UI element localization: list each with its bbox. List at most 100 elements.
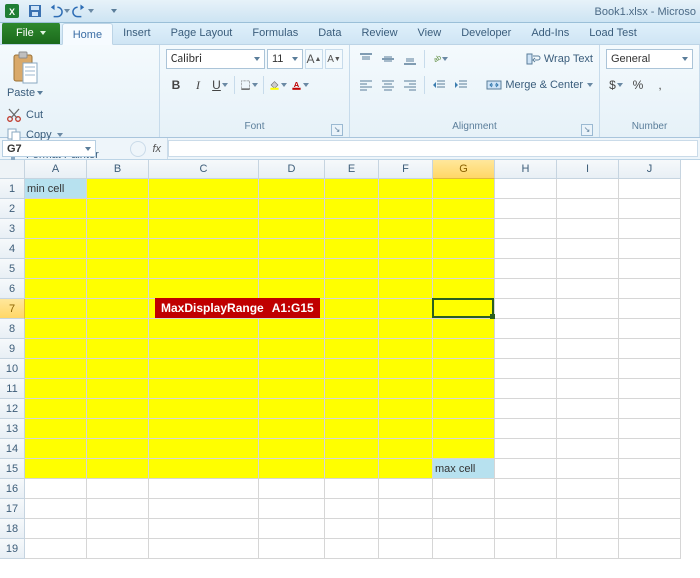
cell[interactable] [557, 179, 619, 199]
cell[interactable] [557, 359, 619, 379]
qat-customize-button[interactable] [102, 1, 124, 21]
tab-formulas[interactable]: Formulas [242, 22, 308, 44]
cell[interactable] [325, 259, 379, 279]
cell[interactable] [25, 539, 87, 559]
cell[interactable] [433, 359, 495, 379]
cell[interactable] [87, 359, 149, 379]
cell[interactable] [87, 379, 149, 399]
cell[interactable] [495, 479, 557, 499]
valign-top-button[interactable] [356, 49, 376, 69]
cell[interactable] [87, 179, 149, 199]
cell[interactable] [149, 459, 259, 479]
font-name-combo[interactable]: Calibri [166, 49, 265, 69]
cell[interactable] [149, 519, 259, 539]
cell[interactable] [495, 399, 557, 419]
row-header[interactable]: 19 [0, 539, 25, 559]
cell[interactable] [495, 259, 557, 279]
column-header[interactable]: J [619, 160, 681, 179]
shrink-font-button[interactable]: A▼ [325, 49, 343, 69]
grow-font-button[interactable]: A▲ [305, 49, 323, 69]
cell[interactable] [25, 259, 87, 279]
tab-data[interactable]: Data [308, 22, 351, 44]
cell[interactable] [325, 459, 379, 479]
cell[interactable] [619, 319, 681, 339]
cell[interactable] [495, 459, 557, 479]
row-header[interactable]: 18 [0, 519, 25, 539]
column-header[interactable]: C [149, 160, 259, 179]
fx-icon[interactable]: fx [152, 143, 161, 155]
cell[interactable] [433, 199, 495, 219]
cell[interactable] [433, 399, 495, 419]
cell[interactable] [379, 239, 433, 259]
cell[interactable] [87, 419, 149, 439]
row-header[interactable]: 10 [0, 359, 25, 379]
cell[interactable] [259, 399, 325, 419]
tab-insert[interactable]: Insert [113, 22, 161, 44]
cell[interactable] [325, 359, 379, 379]
cell[interactable] [25, 219, 87, 239]
row-headers[interactable]: 12345678910111213141516171819 [0, 179, 25, 559]
cell[interactable] [325, 319, 379, 339]
save-button[interactable] [24, 1, 46, 21]
cell[interactable] [325, 519, 379, 539]
cell[interactable] [619, 499, 681, 519]
cell[interactable] [259, 519, 325, 539]
cell[interactable] [25, 339, 87, 359]
cell[interactable] [25, 399, 87, 419]
align-left-button[interactable] [356, 75, 376, 95]
row-header[interactable]: 6 [0, 279, 25, 299]
cell[interactable] [149, 379, 259, 399]
row-header[interactable]: 5 [0, 259, 25, 279]
cell[interactable] [433, 319, 495, 339]
comma-button[interactable]: , [650, 75, 670, 95]
tab-home[interactable]: Home [62, 23, 113, 45]
cell[interactable] [259, 379, 325, 399]
cell[interactable] [495, 339, 557, 359]
cell[interactable] [495, 539, 557, 559]
tab-review[interactable]: Review [351, 22, 407, 44]
cell[interactable] [87, 339, 149, 359]
cell[interactable] [433, 419, 495, 439]
cell[interactable] [149, 259, 259, 279]
cell[interactable] [379, 439, 433, 459]
cell[interactable] [259, 499, 325, 519]
align-right-button[interactable] [400, 75, 420, 95]
cell[interactable] [87, 319, 149, 339]
column-header[interactable]: I [557, 160, 619, 179]
cell[interactable] [619, 399, 681, 419]
font-color-button[interactable]: A [290, 75, 310, 95]
cells-area[interactable]: min cellmax cell [25, 179, 681, 559]
cell[interactable] [379, 539, 433, 559]
cell[interactable] [557, 399, 619, 419]
cell[interactable] [433, 259, 495, 279]
cell[interactable] [259, 179, 325, 199]
cell[interactable] [379, 379, 433, 399]
cell[interactable] [259, 279, 325, 299]
cell[interactable] [557, 279, 619, 299]
font-dialog-launcher[interactable]: ↘ [331, 124, 343, 136]
cell[interactable] [325, 219, 379, 239]
column-header[interactable]: H [495, 160, 557, 179]
row-header[interactable]: 16 [0, 479, 25, 499]
cell[interactable] [495, 279, 557, 299]
cell[interactable] [87, 499, 149, 519]
column-header[interactable]: B [87, 160, 149, 179]
cell[interactable] [149, 499, 259, 519]
cell[interactable] [87, 479, 149, 499]
cell[interactable] [25, 359, 87, 379]
row-header[interactable]: 9 [0, 339, 25, 359]
currency-button[interactable]: $ [606, 75, 626, 95]
row-header[interactable]: 15 [0, 459, 25, 479]
cell[interactable] [259, 479, 325, 499]
cell[interactable] [433, 179, 495, 199]
row-header[interactable]: 13 [0, 419, 25, 439]
cell[interactable] [619, 179, 681, 199]
cell[interactable]: min cell [25, 179, 87, 199]
tab-load-test[interactable]: Load Test [579, 22, 647, 44]
cell[interactable] [149, 199, 259, 219]
cell[interactable] [87, 439, 149, 459]
italic-button[interactable]: I [188, 75, 208, 95]
cell[interactable] [619, 259, 681, 279]
bold-button[interactable]: B [166, 75, 186, 95]
cell[interactable] [259, 319, 325, 339]
